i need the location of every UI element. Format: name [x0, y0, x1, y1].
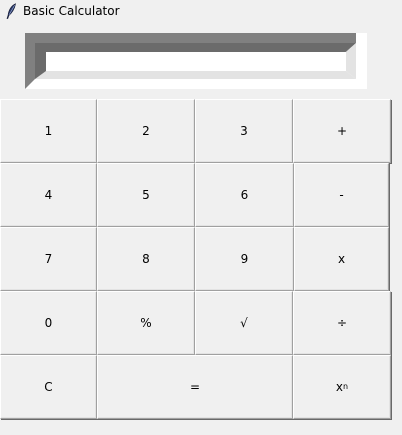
digit-6-button[interactable]: 6: [195, 163, 294, 227]
power-button[interactable]: xn: [293, 355, 391, 419]
clear-button[interactable]: C: [0, 355, 97, 419]
digit-7-button[interactable]: 7: [0, 227, 97, 291]
digit-5-button[interactable]: 5: [97, 163, 195, 227]
percent-button[interactable]: %: [97, 291, 195, 355]
title-bar: Basic Calculator: [0, 0, 402, 23]
power-base-label: x: [335, 380, 344, 394]
window-title: Basic Calculator: [23, 4, 120, 18]
calculator-window: Basic Calculator 1 2 3 + 4 5 6 - 7 8 9 x…: [0, 0, 402, 435]
power-exponent-label: n: [343, 381, 349, 391]
digit-0-button[interactable]: 0: [0, 291, 97, 355]
subtract-button[interactable]: -: [294, 163, 389, 227]
divide-button[interactable]: ÷: [293, 291, 391, 355]
digit-8-button[interactable]: 8: [97, 227, 195, 291]
digit-2-button[interactable]: 2: [97, 99, 195, 163]
display-field[interactable]: [46, 52, 346, 69]
multiply-button[interactable]: x: [294, 227, 389, 291]
square-root-button[interactable]: √: [195, 291, 293, 355]
digit-3-button[interactable]: 3: [195, 99, 293, 163]
digit-4-button[interactable]: 4: [0, 163, 97, 227]
feather-icon: [6, 3, 16, 19]
equals-button[interactable]: =: [97, 355, 293, 419]
digit-1-button[interactable]: 1: [0, 99, 97, 163]
digit-9-button[interactable]: 9: [195, 227, 294, 291]
add-button[interactable]: +: [293, 99, 391, 163]
